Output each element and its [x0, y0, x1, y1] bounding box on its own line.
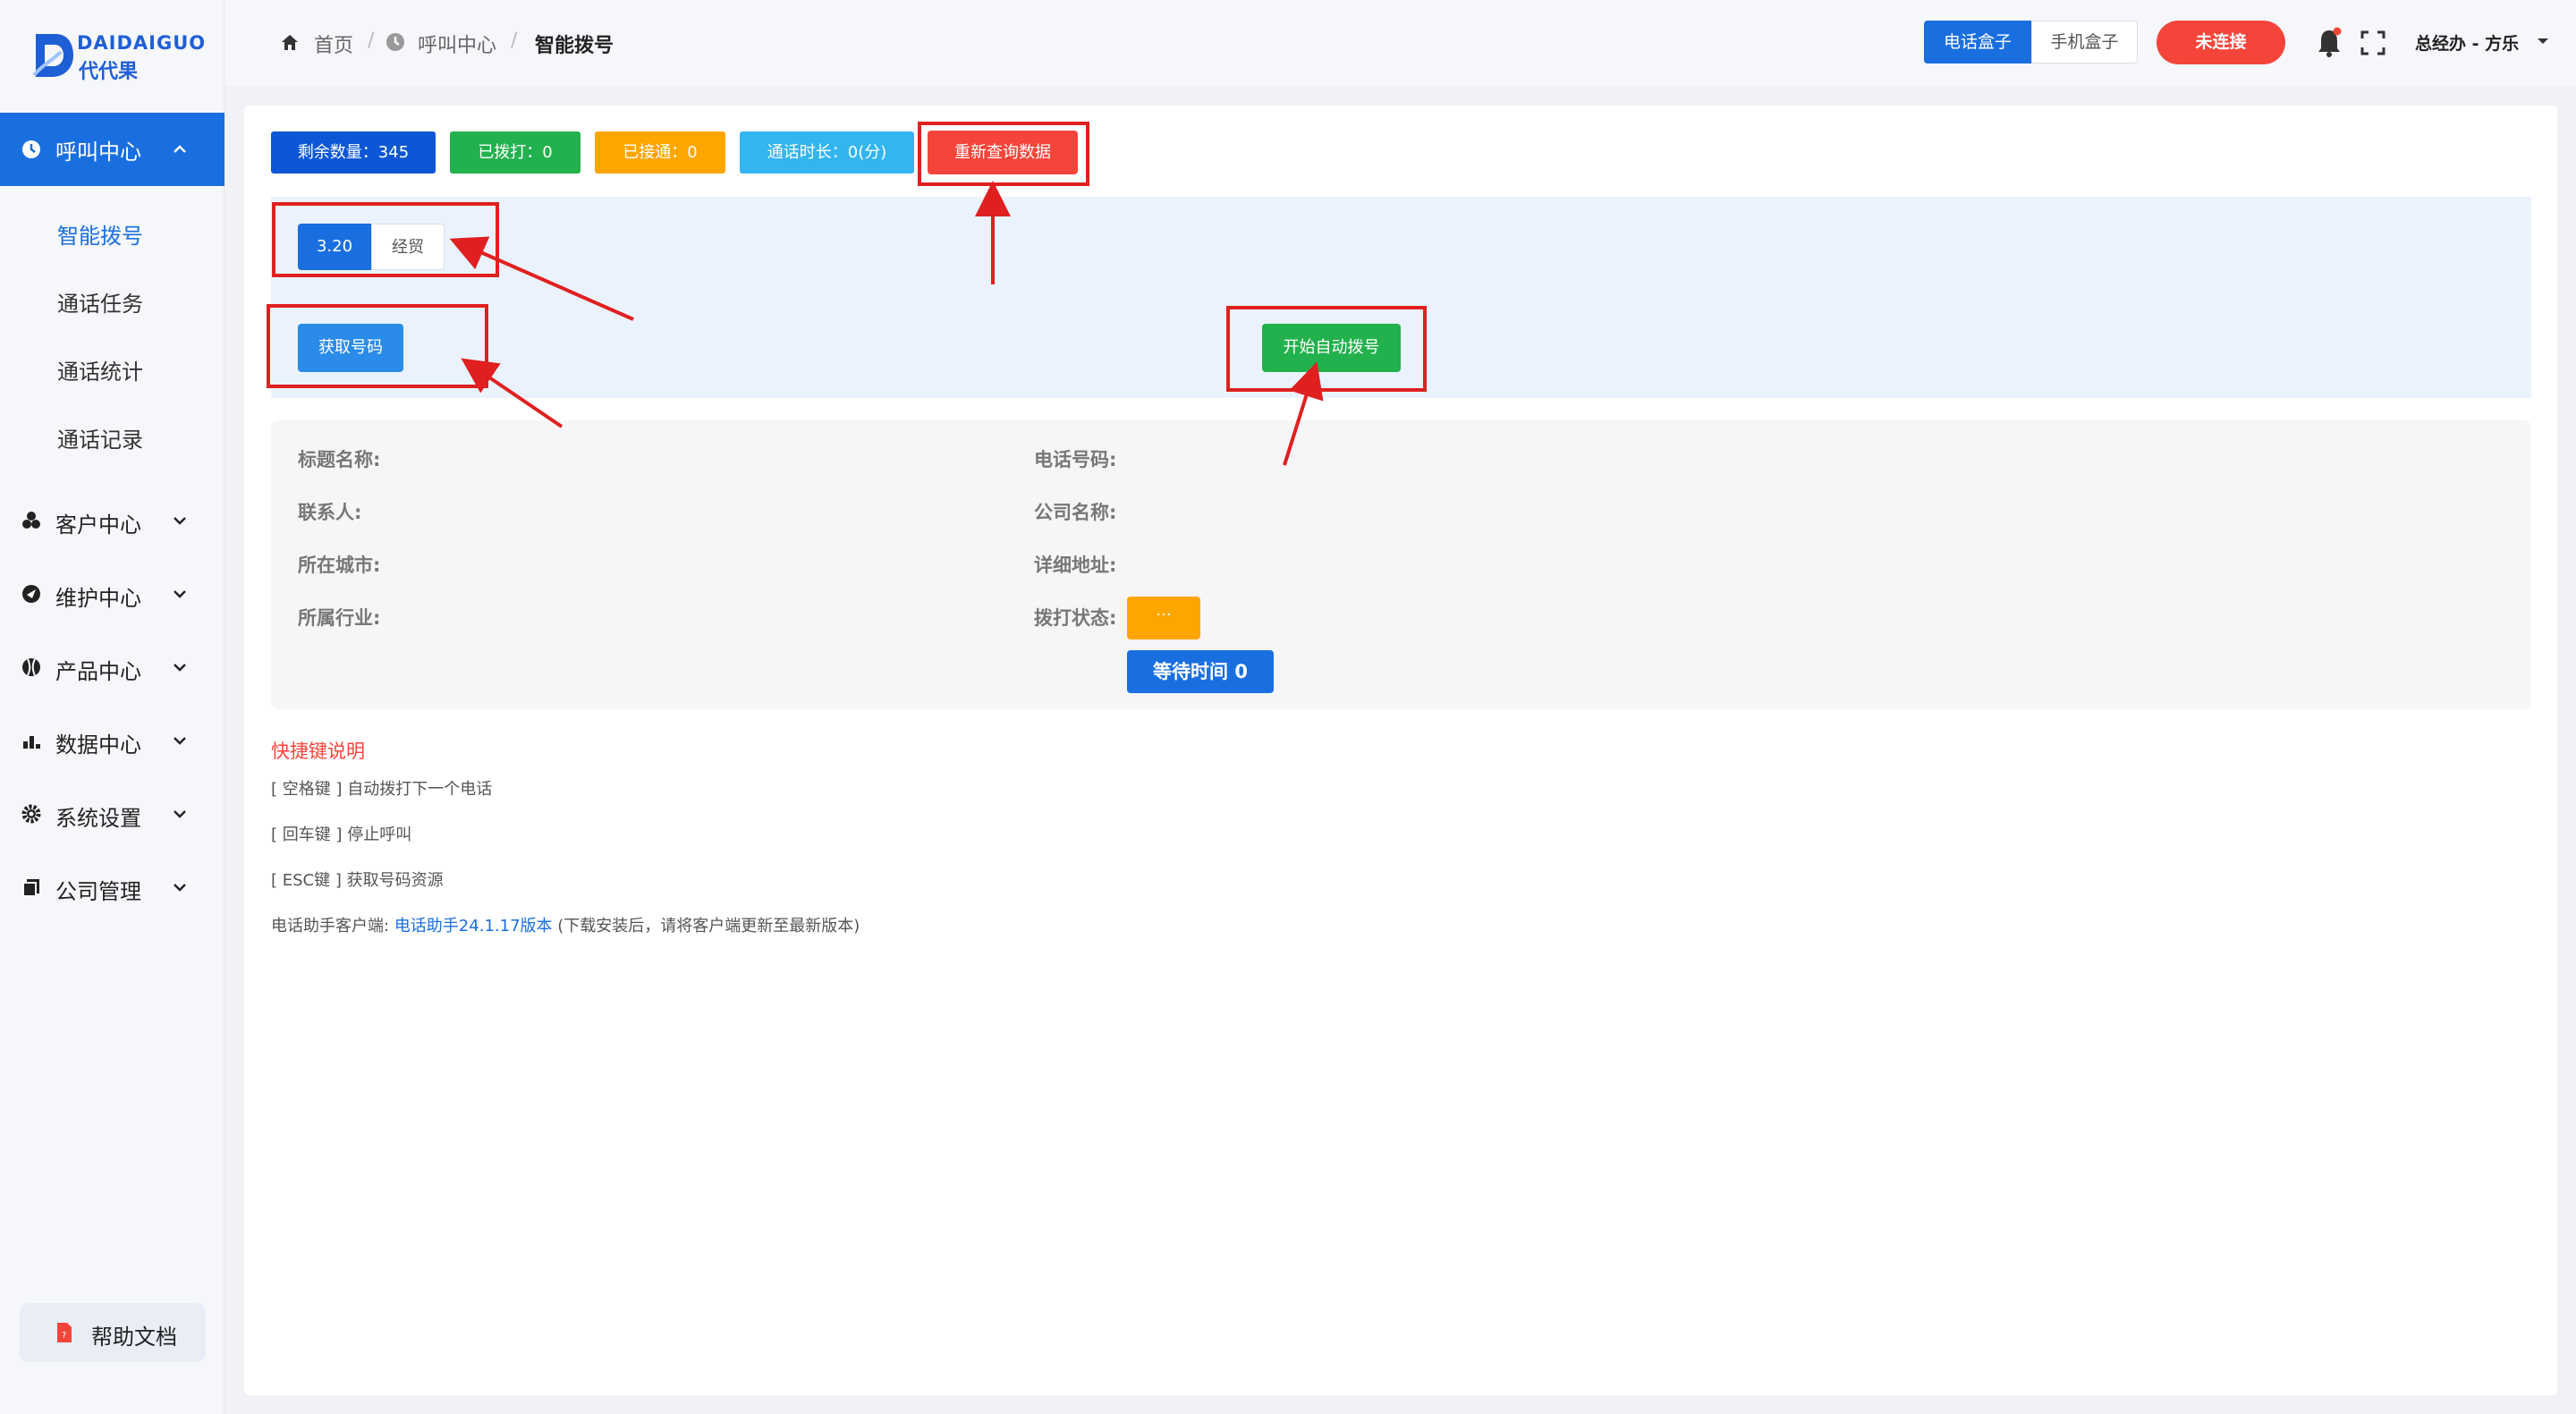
logo-mark-icon	[32, 34, 73, 77]
sidebar-group-label: 呼叫中心	[55, 140, 141, 165]
chevron-down-icon	[174, 517, 186, 525]
connected-count-badge: 已接通：0	[595, 131, 725, 174]
client-download-link[interactable]: 电话助手24.1.17版本	[394, 917, 553, 936]
top-header: 首页 / 呼叫中心 / 智能拨号 电话盒子 手机盒子 未连接 总经办 - 方乐	[225, 0, 2576, 86]
ball-icon	[22, 658, 40, 676]
sidebar-item-call-records[interactable]: 通话记录	[57, 422, 143, 453]
sidebar-group-customer[interactable]: 客户中心	[0, 494, 225, 547]
wait-time-badge: 等待时间 0	[1127, 650, 1274, 693]
sidebar: DAIDAIGUO 代代果 呼叫中心 智能拨号 通话任务 通话统计 通话记录 客…	[0, 0, 225, 1414]
help-docs-button[interactable]: ? 帮助文档	[20, 1303, 206, 1362]
logo-text-cn: 代代果	[79, 61, 139, 83]
shortcuts-title: 快捷键说明	[271, 741, 365, 762]
shortcut-esc: [ ESC键 ] 获取号码资源	[271, 871, 444, 890]
sidebar-item-call-stats[interactable]: 通话统计	[57, 354, 143, 385]
cubes-icon	[22, 512, 40, 529]
clock-icon	[22, 140, 40, 158]
gear-icon	[21, 804, 41, 824]
contact-info-box	[271, 420, 2531, 709]
breadcrumb-section[interactable]: 呼叫中心	[418, 30, 496, 58]
field-address-label: 详细地址:	[1034, 555, 1117, 576]
chevron-down-icon	[174, 810, 186, 818]
svg-text:?: ?	[62, 1331, 66, 1341]
breadcrumb-separator: /	[511, 30, 518, 52]
client-prefix: 电话助手客户端:	[271, 917, 390, 936]
annotation-box	[267, 304, 488, 388]
client-suffix: (下载安装后，请将客户端更新至最新版本)	[557, 917, 860, 936]
sidebar-group-label: 数据中心	[55, 732, 141, 758]
sidebar-group-settings[interactable]: 系统设置	[0, 787, 225, 841]
logo-text: DAIDAIGUO	[77, 32, 207, 54]
annotation-box	[1226, 306, 1427, 392]
sidebar-item-call-tasks[interactable]: 通话任务	[57, 286, 143, 318]
chevron-down-icon	[174, 737, 186, 745]
sidebar-group-label: 维护中心	[55, 586, 141, 611]
sidebar-group-company[interactable]: 公司管理	[0, 860, 225, 914]
shortcut-space: [ 空格键 ] 自动拨打下一个电话	[271, 780, 493, 799]
annotation-box	[272, 202, 499, 277]
dial-status-badge: ···	[1127, 597, 1200, 639]
field-city-label: 所在城市:	[298, 555, 381, 576]
breadcrumb-separator: /	[368, 30, 375, 52]
dialed-count-badge: 已拨打：0	[450, 131, 580, 174]
connection-status-button[interactable]: 未连接	[2157, 21, 2285, 64]
annotation-box	[918, 122, 1089, 186]
bell-icon[interactable]	[2316, 27, 2343, 59]
logo: DAIDAIGUO 代代果	[27, 25, 206, 88]
sidebar-group-label: 系统设置	[55, 806, 141, 831]
sidebar-group-maintenance[interactable]: 维护中心	[0, 567, 225, 621]
fullscreen-icon[interactable]	[2360, 30, 2385, 55]
field-title-label: 标题名称:	[298, 449, 381, 470]
field-dial-status-label: 拨打状态:	[1034, 607, 1117, 629]
call-duration-badge: 通话时长：0(分)	[740, 131, 914, 174]
breadcrumb-home[interactable]: 首页	[314, 30, 353, 58]
client-download-note: 电话助手客户端: 电话助手24.1.17版本 (下载安装后，请将客户端更新至最新…	[271, 913, 860, 936]
bar-chart-icon	[23, 736, 40, 749]
sidebar-group-products[interactable]: 产品中心	[0, 640, 225, 694]
sidebar-group-data[interactable]: 数据中心	[0, 714, 225, 767]
sidebar-group-label: 公司管理	[55, 879, 141, 904]
send-icon	[22, 585, 40, 603]
field-industry-label: 所属行业:	[298, 607, 381, 629]
device-tab-mobile-box[interactable]: 手机盒子	[2031, 21, 2138, 64]
user-name[interactable]: 总经办 - 方乐	[2415, 30, 2519, 55]
caret-down-icon[interactable]	[2536, 36, 2550, 47]
field-phone-label: 电话号码:	[1034, 449, 1117, 470]
sidebar-group-call-center[interactable]: 呼叫中心	[0, 113, 225, 186]
shortcut-enter: [ 回车键 ] 停止呼叫	[271, 826, 412, 844]
breadcrumb-current: 智能拨号	[535, 35, 614, 57]
chevron-up-icon	[174, 145, 186, 153]
field-contact-label: 联系人:	[298, 502, 362, 523]
clock-icon	[386, 33, 404, 51]
help-docs-label: 帮助文档	[91, 1325, 177, 1350]
home-icon	[282, 35, 298, 50]
device-tab-phone-box[interactable]: 电话盒子	[1924, 21, 2031, 64]
remaining-count-badge: 剩余数量：345	[271, 131, 436, 174]
sidebar-group-label: 客户中心	[55, 512, 141, 538]
chevron-down-icon	[174, 884, 186, 892]
sidebar-group-label: 产品中心	[55, 659, 141, 684]
document-icon: ?	[57, 1323, 72, 1342]
chevron-down-icon	[174, 590, 186, 598]
chevron-down-icon	[174, 664, 186, 672]
sidebar-item-smart-dial[interactable]: 智能拨号	[57, 218, 143, 250]
copy-icon	[22, 879, 39, 897]
field-company-label: 公司名称:	[1034, 502, 1117, 523]
